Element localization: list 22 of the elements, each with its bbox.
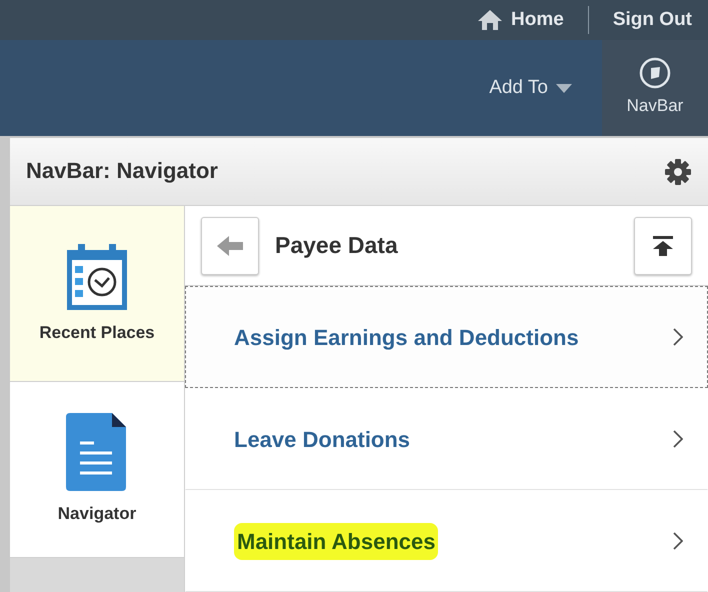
settings-icon[interactable]	[664, 158, 692, 186]
calendar-clock-icon	[64, 242, 130, 312]
top-bar-link[interactable]: Home	[477, 6, 564, 34]
to-top-icon	[653, 236, 673, 256]
add-to-menu[interactable]: Add To	[483, 40, 578, 136]
document-icon	[66, 412, 128, 493]
compass-icon	[639, 57, 671, 90]
chevron-icon	[673, 430, 683, 448]
nav-tile[interactable]: Recent Places	[10, 206, 184, 382]
back-arrow-icon	[217, 236, 243, 256]
back-button[interactable]	[201, 216, 259, 274]
folder-title: Payee Data	[275, 232, 399, 260]
caret-icon	[556, 84, 572, 92]
top-button[interactable]	[634, 216, 692, 274]
home-icon	[477, 9, 504, 31]
chevron-icon	[673, 328, 683, 346]
top-bar-link[interactable]: Sign Out	[612, 6, 692, 34]
chevron-icon	[673, 532, 683, 550]
menu-item[interactable]: Assign Earnings and Deductions	[185, 286, 708, 388]
navbar-button[interactable]: NavBar	[602, 40, 708, 136]
nav-tile[interactable]: Navigator	[10, 382, 184, 558]
panel-title: NavBar: Navigator	[26, 158, 218, 185]
